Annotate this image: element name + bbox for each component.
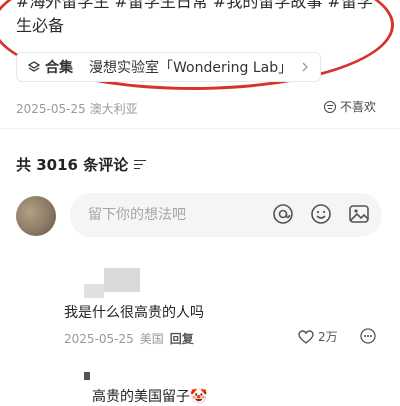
post-hashtags[interactable]: #海外留学生 #留学生日常 #我的留学故事 #留学生必备 xyxy=(16,0,388,38)
like-button[interactable]: 2万 xyxy=(298,328,338,345)
like-count: 2万 xyxy=(318,330,338,344)
sub-comment-text: 高贵的美国留子🤡 xyxy=(92,389,208,405)
collection-icon xyxy=(27,61,41,72)
emoji-icon[interactable] xyxy=(310,203,332,225)
comment-input-box[interactable] xyxy=(70,193,382,237)
collection-label: 合集 xyxy=(45,60,73,76)
heart-icon xyxy=(298,329,314,344)
mention-icon[interactable] xyxy=(272,203,294,225)
comment-text: 我是什么很高贵的人吗 xyxy=(64,305,204,321)
dislike-label: 不喜欢 xyxy=(339,100,376,114)
image-icon[interactable] xyxy=(348,203,370,225)
post-date: 2025-05-25 xyxy=(16,102,86,116)
chevron-right-icon xyxy=(302,62,309,72)
more-options-icon[interactable] xyxy=(360,328,376,344)
post-location: 澳大利亚 xyxy=(89,102,138,116)
dislike-icon xyxy=(323,100,336,113)
comment-date: 2025-05-25 xyxy=(64,331,134,346)
comment-location: 美国 xyxy=(139,332,164,346)
comment-count-header: 共 3016 条评论 xyxy=(16,154,147,175)
comment-count: 共 3016 条评论 xyxy=(16,156,129,174)
comment-input[interactable] xyxy=(86,206,270,224)
dislike-button[interactable]: 不喜欢 xyxy=(323,98,376,115)
post-meta: 2025-05-25 澳大利亚 xyxy=(16,100,138,117)
commenter-avatar[interactable] xyxy=(104,268,140,292)
collection-name: 漫想实验室「Wondering Lab」 xyxy=(89,60,293,76)
sub-commenter-avatar[interactable] xyxy=(84,372,90,380)
reply-button[interactable]: 回复 xyxy=(170,330,194,347)
divider xyxy=(0,128,400,129)
sort-icon[interactable] xyxy=(134,159,147,170)
comment-meta: 2025-05-25 美国 回复 xyxy=(64,330,194,347)
collection-chip[interactable]: 合集 漫想实验室「Wondering Lab」 xyxy=(16,52,322,82)
commenter-avatar-blur xyxy=(84,284,104,298)
my-avatar[interactable] xyxy=(16,196,56,236)
